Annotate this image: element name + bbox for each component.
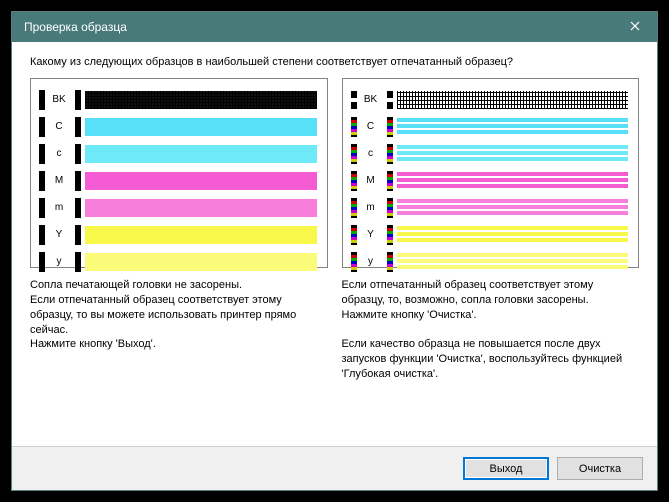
brick-icon bbox=[387, 91, 393, 109]
ink-row: C bbox=[39, 114, 317, 139]
ink-row: M bbox=[39, 168, 317, 193]
ink-label: Y bbox=[361, 229, 381, 240]
brick-icon bbox=[351, 117, 357, 137]
ink-bar bbox=[85, 199, 317, 217]
ink-bar bbox=[397, 226, 629, 244]
brick-icon bbox=[39, 90, 45, 110]
ink-label: M bbox=[361, 175, 381, 186]
ink-label: m bbox=[361, 202, 381, 213]
brick-icon bbox=[387, 117, 393, 137]
ink-row: c bbox=[39, 141, 317, 166]
brick-icon bbox=[39, 171, 45, 191]
ink-bar bbox=[397, 91, 629, 109]
ink-bar bbox=[397, 118, 629, 136]
ink-label: Y bbox=[49, 229, 69, 240]
prompt-text: Какому из следующих образцов в наибольше… bbox=[30, 56, 639, 68]
brick-icon bbox=[75, 144, 81, 164]
brick-icon bbox=[351, 91, 357, 109]
titlebar: Проверка образца bbox=[12, 12, 657, 42]
clean-button[interactable]: Очистка bbox=[557, 457, 643, 480]
ink-bar bbox=[85, 172, 317, 190]
ink-row: y bbox=[351, 249, 629, 274]
ink-label: C bbox=[49, 121, 69, 132]
ink-label: y bbox=[361, 256, 381, 267]
ink-row: BK bbox=[39, 87, 317, 112]
ink-label: y bbox=[49, 256, 69, 267]
ink-bar bbox=[85, 145, 317, 163]
pattern-panels: BK C c M bbox=[30, 78, 639, 268]
ink-row: M bbox=[351, 168, 629, 193]
exit-button[interactable]: Выход bbox=[463, 457, 549, 480]
brick-icon bbox=[75, 171, 81, 191]
brick-icon bbox=[75, 117, 81, 137]
brick-icon bbox=[351, 171, 357, 191]
dialog-window: Проверка образца Какому из следующих обр… bbox=[11, 11, 658, 491]
ink-row: m bbox=[351, 195, 629, 220]
brick-icon bbox=[75, 225, 81, 245]
ink-row: c bbox=[351, 141, 629, 166]
ink-label: c bbox=[49, 148, 69, 159]
brick-icon bbox=[75, 252, 81, 272]
pattern-panel-good[interactable]: BK C c M bbox=[30, 78, 328, 268]
close-icon bbox=[630, 20, 640, 34]
ink-row: y bbox=[39, 249, 317, 274]
button-bar: Выход Очистка bbox=[12, 446, 657, 490]
ink-label: M bbox=[49, 175, 69, 186]
brick-icon bbox=[39, 225, 45, 245]
brick-icon bbox=[39, 198, 45, 218]
ink-row: BK bbox=[351, 87, 629, 112]
ink-label: BK bbox=[361, 94, 381, 105]
brick-icon bbox=[387, 198, 393, 218]
ink-row: C bbox=[351, 114, 629, 139]
brick-icon bbox=[387, 171, 393, 191]
brick-icon bbox=[351, 225, 357, 245]
descriptions: Сопла печатающей головки не засорены. Ес… bbox=[30, 278, 639, 382]
brick-icon bbox=[75, 90, 81, 110]
ink-bar bbox=[85, 118, 317, 136]
ink-bar bbox=[397, 145, 629, 163]
ink-bar bbox=[397, 253, 629, 271]
ink-row: Y bbox=[351, 222, 629, 247]
ink-label: BK bbox=[49, 94, 69, 105]
ink-row: Y bbox=[39, 222, 317, 247]
good-desc: Сопла печатающей головки не засорены. Ес… bbox=[30, 278, 328, 382]
ink-bar bbox=[397, 172, 629, 190]
bad-desc: Если отпечатанный образец соответствует … bbox=[342, 278, 640, 382]
ink-label: m bbox=[49, 202, 69, 213]
ink-bar bbox=[85, 253, 317, 271]
brick-icon bbox=[39, 117, 45, 137]
brick-icon bbox=[387, 225, 393, 245]
brick-icon bbox=[39, 144, 45, 164]
brick-icon bbox=[351, 198, 357, 218]
pattern-panel-bad[interactable]: BK C c M bbox=[342, 78, 640, 268]
ink-bar bbox=[397, 199, 629, 217]
ink-bar bbox=[85, 226, 317, 244]
brick-icon bbox=[351, 252, 357, 272]
brick-icon bbox=[39, 252, 45, 272]
brick-icon bbox=[75, 198, 81, 218]
content-area: Какому из следующих образцов в наибольше… bbox=[12, 42, 657, 446]
brick-icon bbox=[351, 144, 357, 164]
ink-label: C bbox=[361, 121, 381, 132]
window-title: Проверка образца bbox=[24, 20, 612, 34]
ink-bar bbox=[85, 91, 317, 109]
ink-label: c bbox=[361, 148, 381, 159]
brick-icon bbox=[387, 144, 393, 164]
close-button[interactable] bbox=[612, 12, 657, 42]
ink-row: m bbox=[39, 195, 317, 220]
brick-icon bbox=[387, 252, 393, 272]
